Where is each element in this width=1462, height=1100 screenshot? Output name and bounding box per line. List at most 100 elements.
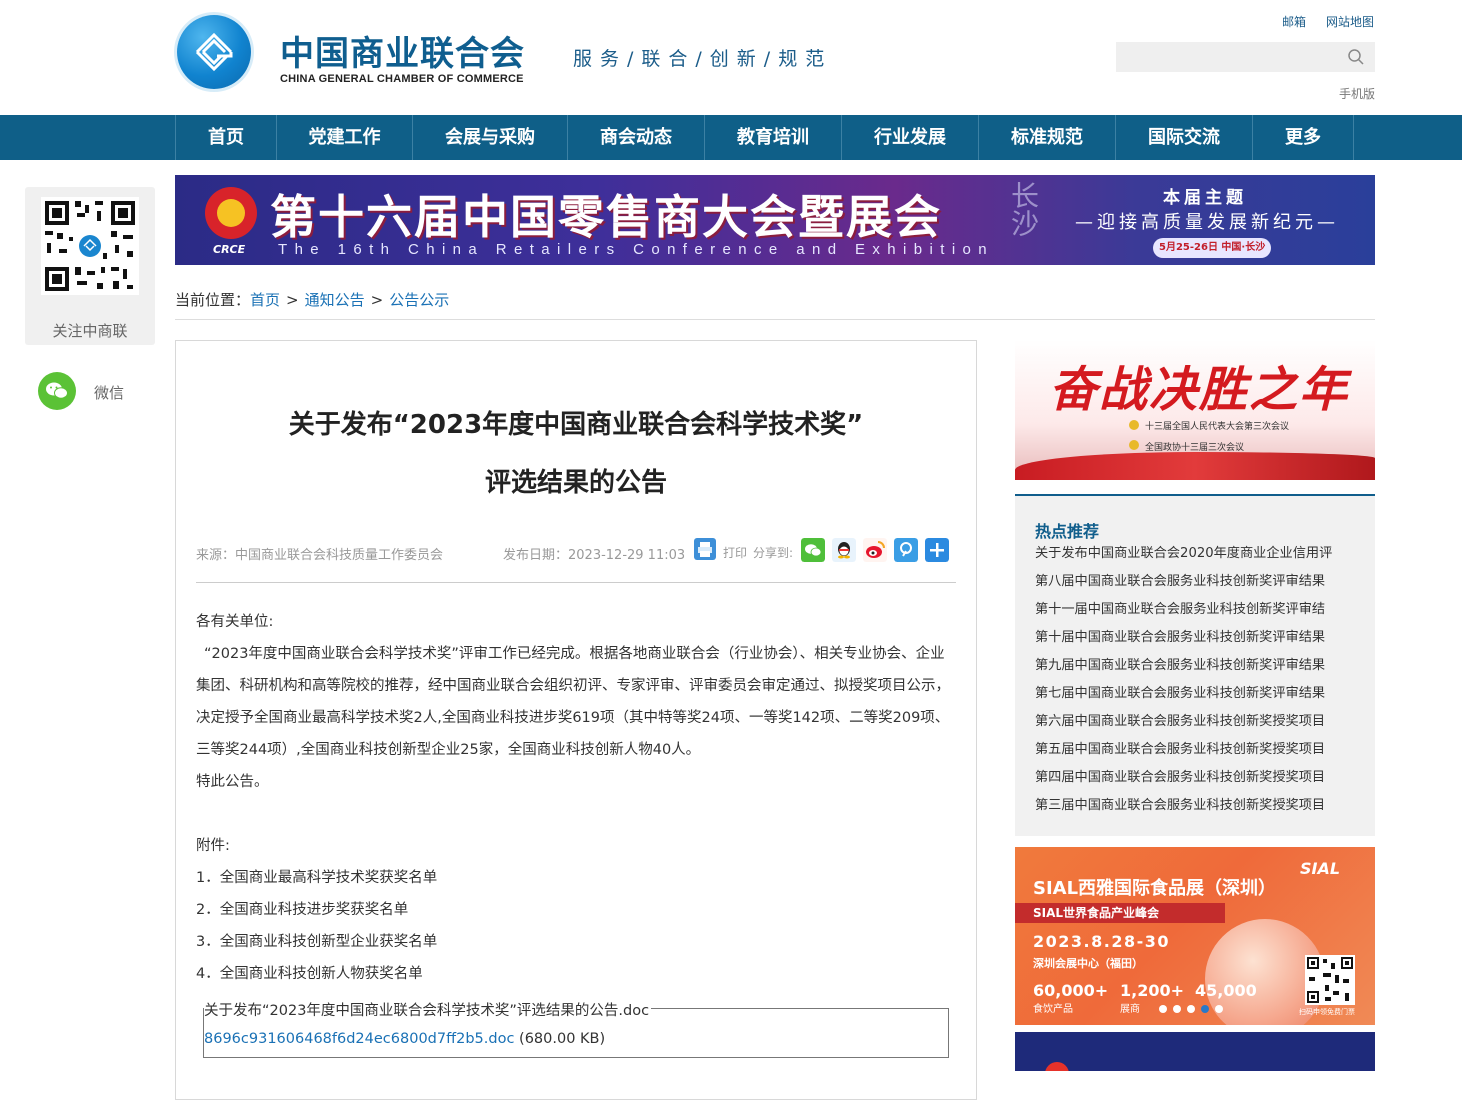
ad1-line1: 十三届全国人民代表大会第三次会议 (1145, 422, 1290, 432)
ad2-stat-value: 45,000 (1195, 981, 1257, 1000)
article-source: 来源：中国商业联合会科技质量工作委员会 (196, 548, 444, 563)
sidebar-ad-partial[interactable] (1015, 1032, 1375, 1071)
carousel-dot[interactable] (1215, 1005, 1223, 1013)
carousel-dot[interactable] (1173, 1005, 1181, 1013)
site-header: 中国商业联合会 CHINA GENERAL CHAMBER OF COMMERC… (0, 0, 1462, 115)
hot-list-item[interactable]: 第十届中国商业联合会服务业科技创新奖评审结果 (1035, 624, 1355, 652)
search-box (1116, 42, 1375, 72)
nav-item-international[interactable]: 国际交流 (1115, 115, 1252, 160)
banner-theme: —迎接高质量发展新纪元— (1075, 212, 1339, 233)
ad2-stat-value: 1,200+ (1120, 981, 1185, 1000)
nav-item-industry[interactable]: 行业发展 (841, 115, 978, 160)
carousel-dot[interactable] (1187, 1005, 1195, 1013)
banner-date: 5月25-26日 中国·长沙 (1153, 238, 1272, 258)
banner-city: 长沙 (1007, 181, 1040, 237)
ad2-stat: 60,000+ 食饮产品 (1033, 981, 1108, 1015)
org-name-en: CHINA GENERAL CHAMBER OF COMMERCE (280, 73, 524, 85)
hot-list-item[interactable]: 关于发布中国商业联合会2020年度商业企业信用评 (1035, 540, 1355, 568)
qr-code-icon (1305, 955, 1355, 1005)
breadcrumb-announcements[interactable]: 公告公示 (389, 291, 449, 309)
org-name-cn[interactable]: 中国商业联合会 (280, 26, 525, 75)
article-panel: 关于发布“2023年度中国商业联合会科学技术奖” 评选结果的公告 来源：中国商业… (175, 340, 977, 1100)
breadcrumb-notices[interactable]: 通知公告 (305, 291, 365, 309)
more-share-icon[interactable] (925, 538, 949, 562)
nav-item-home[interactable]: 首页 (175, 115, 276, 160)
hot-list-item[interactable]: 第十一届中国商业联合会服务业科技创新奖评审结 (1035, 596, 1355, 624)
ad2-venue: 深圳会展中心（福田） (1033, 957, 1143, 970)
banner-title: 第十六届中国零售商大会暨展会 (270, 190, 942, 244)
sidebar-ad-sial[interactable]: SIAL SIAL西雅国际食品展（深圳） SIAL世界食品产业峰会 2023.8… (1015, 847, 1375, 1025)
article-greeting: 各有关单位: (196, 614, 274, 630)
article-body: 各有关单位: “2023年度中国商业联合会科学技术奖”评审工作已经完成。根据各地… (196, 606, 956, 990)
wechat-label[interactable]: 微信 (94, 382, 124, 403)
crce-logo-icon (205, 187, 257, 239)
emblem-icon (1129, 440, 1139, 450)
hot-heading: 热点推荐 (1035, 522, 1100, 541)
sidebar-ad-two-sessions[interactable]: 奋战决胜之年 十三届全国人民代表大会第三次会议 全国政协十三届三次会议 (1015, 340, 1375, 480)
article-meta: 来源：中国商业联合会科技质量工作委员会 发布日期：2023-12-29 11:0… (196, 537, 956, 583)
ad1-title: 奋战决胜之年 (1049, 362, 1350, 418)
attachments-heading: 附件: (196, 838, 230, 854)
attachment-item: 1．全国商业最高科学技术奖获奖名单 (196, 870, 438, 886)
hot-list-item[interactable]: 第七届中国商业联合会服务业科技创新奖评审结果 (1035, 680, 1355, 708)
ad2-subtitle: SIAL世界食品产业峰会 (1015, 903, 1225, 923)
wechat-icon[interactable] (38, 372, 76, 410)
qr-panel: 关注中商联 (25, 187, 155, 345)
carousel-dot-active[interactable] (1201, 1005, 1209, 1013)
article-title: 关于发布“2023年度中国商业联合会科学技术奖” 评选结果的公告 (176, 396, 976, 512)
attachment-file-name: 关于发布“2023年度中国商业联合会科学技术奖”评选结果的公告.doc (204, 999, 652, 1020)
ad2-date: 2023.8.28-30 (1033, 932, 1170, 951)
wechat-icon[interactable] (801, 538, 825, 562)
hot-list-item[interactable]: 第四届中国商业联合会服务业科技创新奖授奖项目 (1035, 764, 1355, 792)
print-link[interactable]: 打印 (723, 544, 747, 561)
sial-brand: SIAL (1300, 859, 1341, 878)
ad2-stat: 45,000 (1195, 981, 1257, 1000)
conference-banner[interactable]: CRCE 第十六届中国零售商大会暨展会 The 16th China Retai… (175, 175, 1375, 265)
article-date: 发布日期：2023-12-29 11:03 (503, 548, 686, 563)
carousel-pager (1159, 1005, 1223, 1013)
nav-item-standards[interactable]: 标准规范 (978, 115, 1115, 160)
weibo-icon[interactable] (863, 538, 887, 562)
carousel-dot[interactable] (1159, 1005, 1167, 1013)
mailbox-link[interactable]: 邮箱 (1282, 15, 1306, 29)
breadcrumb-prefix: 当前位置： (175, 291, 251, 309)
print-icon[interactable] (693, 537, 717, 561)
nav-item-party-building[interactable]: 党建工作 (276, 115, 412, 160)
article-title-line1: 关于发布“2023年度中国商业联合会科学技术奖” (288, 410, 864, 440)
emblem-icon (1129, 420, 1139, 430)
org-logo-icon[interactable] (177, 15, 251, 89)
slogan: 服务/联合/创新/规范 (573, 48, 833, 70)
banner-subtitle-en: The 16th China Retailers Conference and … (278, 241, 995, 258)
hot-list-item[interactable]: 第九届中国商业联合会服务业科技创新奖评审结果 (1035, 652, 1355, 680)
banner-theme-heading: 本届主题 (1163, 188, 1247, 208)
nav-item-more[interactable]: 更多 (1252, 115, 1354, 160)
breadcrumb-separator: > (286, 291, 299, 309)
ad2-qr-note: 扫码申领免费门票 (1299, 1008, 1355, 1016)
attachment-download: 8696c931606468f6d24ec6800d7ff2b5.doc (68… (204, 1031, 605, 1047)
article-title-line2: 评选结果的公告 (484, 468, 667, 498)
attachment-item: 3．全国商业科技创新型企业获奖名单 (196, 934, 438, 950)
hot-list-item[interactable]: 第三届中国商业联合会服务业科技创新奖授奖项目 (1035, 792, 1355, 820)
nav-item-chamber-news[interactable]: 商会动态 (567, 115, 704, 160)
hot-list-item[interactable]: 第六届中国商业联合会服务业科技创新奖授奖项目 (1035, 708, 1355, 736)
attachment-file-size: (680.00 KB) (519, 1031, 606, 1047)
sitemap-link[interactable]: 网站地图 (1326, 15, 1374, 29)
attachment-item: 4．全国商业科技创新人物获奖名单 (196, 966, 423, 982)
search-icon[interactable] (1347, 48, 1365, 66)
mobile-version-link[interactable]: 手机版 (1339, 85, 1375, 102)
nav-item-exhibition[interactable]: 会展与采购 (412, 115, 567, 160)
qq-icon[interactable] (832, 538, 856, 562)
article-paragraph: “2023年度中国商业联合会科学技术奖”评审工作已经完成。根据各地商业联合会（行… (196, 646, 950, 758)
hot-list-item[interactable]: 第五届中国商业联合会服务业科技创新奖授奖项目 (1035, 736, 1355, 764)
red-ribbon-decoration (1015, 452, 1375, 480)
hot-list-item[interactable]: 第八届中国商业联合会服务业科技创新奖评审结果 (1035, 568, 1355, 596)
search-input[interactable] (1116, 42, 1336, 72)
breadcrumb-home[interactable]: 首页 (250, 291, 280, 309)
top-links: 邮箱 网站地图 (1282, 13, 1394, 30)
tencent-weibo-icon[interactable] (894, 538, 918, 562)
main-nav: 首页 党建工作 会展与采购 商会动态 教育培训 行业发展 标准规范 国际交流 更… (0, 115, 1462, 160)
qr-label: 关注中商联 (52, 322, 128, 340)
nav-item-education[interactable]: 教育培训 (704, 115, 841, 160)
breadcrumb-separator: > (370, 291, 384, 309)
attachment-download-link[interactable]: 8696c931606468f6d24ec6800d7ff2b5.doc (204, 1031, 514, 1047)
